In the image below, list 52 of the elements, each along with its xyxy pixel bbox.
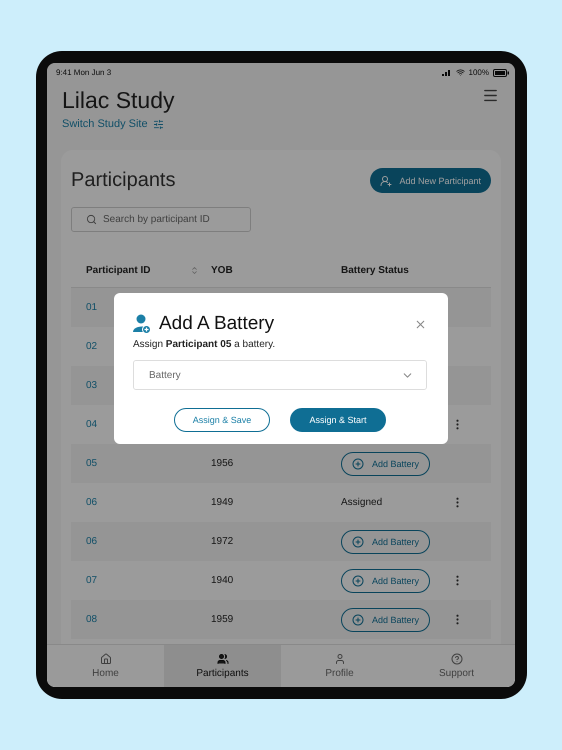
add-battery-button[interactable]: Add Battery bbox=[341, 568, 430, 592]
dialog-message: Assign Participant 05 a battery. bbox=[133, 339, 276, 350]
tab[interactable]: Support bbox=[398, 645, 515, 687]
sliders-icon bbox=[152, 118, 164, 130]
home-icon bbox=[100, 653, 112, 665]
column-header: YOB bbox=[211, 265, 234, 276]
section-title: Participants bbox=[71, 169, 176, 192]
year-cell-text: 1956 bbox=[211, 458, 234, 469]
plus-circle-icon bbox=[352, 614, 364, 626]
dialog-title: Add A Battery bbox=[159, 313, 274, 335]
add-battery-button[interactable]: Add Battery bbox=[341, 530, 430, 554]
status-time: 9:41 Mon Jun 3 bbox=[56, 68, 112, 77]
battery-select[interactable]: Battery bbox=[133, 360, 427, 390]
participant-id[interactable]: 08 bbox=[86, 614, 211, 625]
switch-site-link[interactable]: Switch Study Site bbox=[62, 118, 175, 130]
add-participant-button[interactable]: Add New Participant bbox=[370, 168, 491, 193]
user-add-icon bbox=[133, 314, 151, 334]
participant-id[interactable]: 06 bbox=[86, 497, 211, 508]
tab[interactable]: Home bbox=[47, 645, 164, 687]
tab[interactable]: Participants bbox=[164, 645, 281, 687]
sort-icon bbox=[190, 266, 199, 275]
user-add-icon bbox=[380, 174, 392, 186]
search-icon bbox=[86, 214, 97, 225]
user-icon bbox=[334, 653, 346, 665]
app-title: Lilac Study bbox=[62, 87, 175, 114]
participant-id[interactable]: 05 bbox=[86, 458, 211, 469]
add-battery-button[interactable]: Add Battery bbox=[341, 608, 430, 632]
year-cell-text: 1949 bbox=[211, 497, 234, 508]
column-header: Battery Status bbox=[341, 265, 410, 276]
close-icon[interactable] bbox=[414, 318, 427, 330]
tab[interactable]: Profile bbox=[281, 645, 398, 687]
year-cell-text: 1959 bbox=[211, 614, 234, 625]
help-icon bbox=[450, 653, 462, 665]
status-cell-text: Assigned bbox=[341, 497, 384, 508]
year-cell-text: 1940 bbox=[211, 575, 234, 586]
plus-circle-icon bbox=[352, 574, 364, 586]
battery-icon bbox=[493, 68, 509, 76]
plus-circle-icon bbox=[352, 458, 364, 470]
participant-id[interactable]: 07 bbox=[86, 575, 211, 586]
plus-circle-icon bbox=[352, 536, 364, 548]
year-cell-text: 1972 bbox=[211, 536, 234, 547]
column-header[interactable]: Participant ID bbox=[86, 265, 211, 276]
search-field[interactable]: Search by participant ID bbox=[71, 207, 251, 232]
wifi-icon bbox=[456, 68, 465, 77]
add-battery-button[interactable]: Add Battery bbox=[341, 452, 430, 476]
start-button[interactable]: Assign & Start bbox=[290, 408, 386, 432]
save-button[interactable]: Assign & Save bbox=[174, 408, 270, 432]
participant-id[interactable]: 06 bbox=[86, 536, 211, 547]
signal-icon bbox=[442, 69, 452, 76]
battery-percent: 100% bbox=[468, 68, 489, 77]
users-icon bbox=[216, 653, 228, 665]
menu-icon[interactable] bbox=[482, 87, 499, 104]
